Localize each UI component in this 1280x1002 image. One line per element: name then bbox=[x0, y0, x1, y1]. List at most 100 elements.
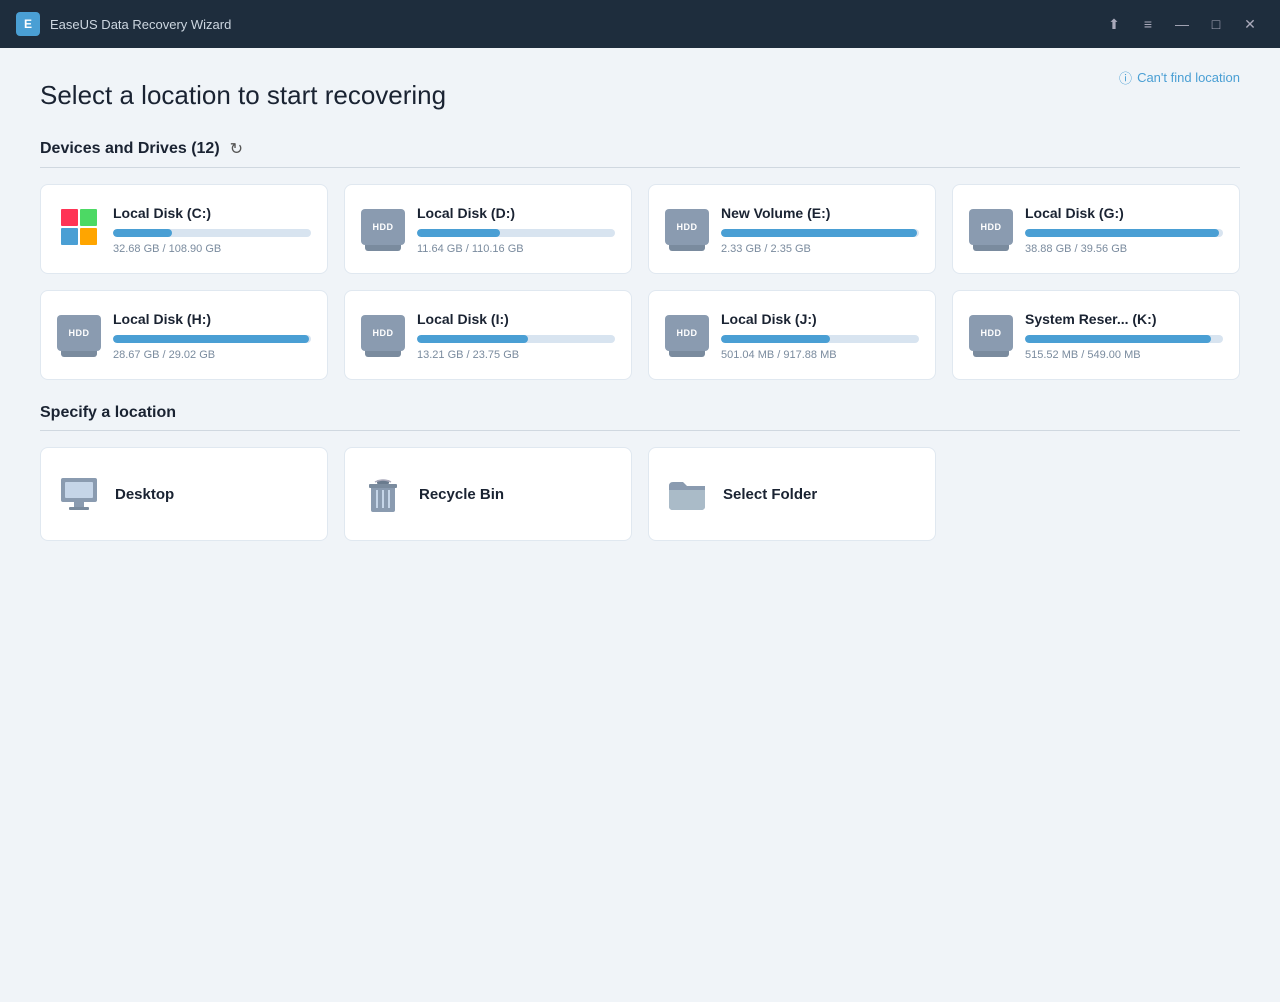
drive-card[interactable]: HDD Local Disk (J:) 501.04 MB / 917.88 M… bbox=[648, 290, 936, 380]
drive-progress-bar bbox=[1025, 335, 1223, 343]
drive-name: System Reser... (K:) bbox=[1025, 311, 1223, 327]
location-name: Recycle Bin bbox=[419, 486, 504, 503]
drive-progress-bar bbox=[721, 335, 919, 343]
close-button[interactable]: ✕ bbox=[1236, 10, 1264, 38]
cant-find-link[interactable]: ⓘ Can't find location bbox=[1119, 68, 1240, 87]
devices-section-header: Devices and Drives (12) ↻ bbox=[40, 139, 1240, 168]
main-content: ⓘ Can't find location Select a location … bbox=[0, 48, 1280, 1002]
drive-icon-container: HDD bbox=[665, 205, 709, 249]
share-button[interactable]: ⬆ bbox=[1100, 10, 1128, 38]
drive-info: Local Disk (D:) 11.64 GB / 110.16 GB bbox=[417, 205, 615, 255]
app-title: EaseUS Data Recovery Wizard bbox=[50, 17, 1100, 32]
hdd-drive-icon: HDD bbox=[665, 209, 709, 245]
hdd-drive-icon: HDD bbox=[969, 209, 1013, 245]
drives-grid: Local Disk (C:) 32.68 GB / 108.90 GB HDD… bbox=[40, 184, 1240, 380]
drive-icon-container: HDD bbox=[969, 205, 1013, 249]
drive-info: New Volume (E:) 2.33 GB / 2.35 GB bbox=[721, 205, 919, 255]
drive-progress-fill bbox=[1025, 229, 1219, 237]
drive-progress-bar bbox=[1025, 229, 1223, 237]
drive-progress-bar bbox=[113, 335, 311, 343]
hdd-drive-icon: HDD bbox=[969, 315, 1013, 351]
drive-icon-container: HDD bbox=[57, 311, 101, 355]
drive-card[interactable]: HDD Local Disk (G:) 38.88 GB / 39.56 GB bbox=[952, 184, 1240, 274]
cant-find-label: Can't find location bbox=[1137, 70, 1240, 85]
drive-info: Local Disk (H:) 28.67 GB / 29.02 GB bbox=[113, 311, 311, 361]
drive-info: System Reser... (K:) 515.52 MB / 549.00 … bbox=[1025, 311, 1223, 361]
drive-size: 11.64 GB / 110.16 GB bbox=[417, 243, 615, 255]
drive-name: New Volume (E:) bbox=[721, 205, 919, 221]
drive-card-inner: HDD Local Disk (D:) 11.64 GB / 110.16 GB bbox=[361, 205, 615, 255]
drive-icon-container bbox=[57, 205, 101, 249]
refresh-icon[interactable]: ↻ bbox=[230, 139, 243, 159]
drive-card[interactable]: HDD System Reser... (K:) 515.52 MB / 549… bbox=[952, 290, 1240, 380]
drive-progress-fill bbox=[417, 229, 500, 237]
drive-size: 501.04 MB / 917.88 MB bbox=[721, 349, 919, 361]
desktop-icon bbox=[57, 472, 101, 516]
drive-card-inner: HDD Local Disk (J:) 501.04 MB / 917.88 M… bbox=[665, 311, 919, 361]
select-folder-icon bbox=[665, 472, 709, 516]
drive-card-inner: HDD New Volume (E:) 2.33 GB / 2.35 GB bbox=[665, 205, 919, 255]
maximize-button[interactable]: □ bbox=[1202, 10, 1230, 38]
drive-size: 2.33 GB / 2.35 GB bbox=[721, 243, 919, 255]
drive-card[interactable]: HDD New Volume (E:) 2.33 GB / 2.35 GB bbox=[648, 184, 936, 274]
drive-progress-fill bbox=[721, 229, 917, 237]
drive-info: Local Disk (G:) 38.88 GB / 39.56 GB bbox=[1025, 205, 1223, 255]
drive-card[interactable]: Local Disk (C:) 32.68 GB / 108.90 GB bbox=[40, 184, 328, 274]
help-circle-icon: ⓘ bbox=[1119, 68, 1132, 87]
hdd-drive-icon: HDD bbox=[361, 315, 405, 351]
drive-size: 515.52 MB / 549.00 MB bbox=[1025, 349, 1223, 361]
app-icon: E bbox=[16, 12, 40, 36]
drive-size: 32.68 GB / 108.90 GB bbox=[113, 243, 311, 255]
drive-card[interactable]: HDD Local Disk (H:) 28.67 GB / 29.02 GB bbox=[40, 290, 328, 380]
location-name: Desktop bbox=[115, 486, 174, 503]
drive-icon-container: HDD bbox=[361, 205, 405, 249]
drive-size: 13.21 GB / 23.75 GB bbox=[417, 349, 615, 361]
drive-info: Local Disk (I:) 13.21 GB / 23.75 GB bbox=[417, 311, 615, 361]
page-title: Select a location to start recovering bbox=[40, 80, 1240, 111]
drive-card-inner: HDD Local Disk (I:) 13.21 GB / 23.75 GB bbox=[361, 311, 615, 361]
menu-button[interactable]: ≡ bbox=[1134, 10, 1162, 38]
specify-section-header: Specify a location bbox=[40, 404, 1240, 431]
drive-name: Local Disk (J:) bbox=[721, 311, 919, 327]
window-controls: ⬆ ≡ — □ ✕ bbox=[1100, 10, 1264, 38]
drive-progress-fill bbox=[113, 335, 309, 343]
windows-drive-icon bbox=[61, 209, 97, 245]
hdd-drive-icon: HDD bbox=[361, 209, 405, 245]
drive-progress-fill bbox=[113, 229, 172, 237]
drive-name: Local Disk (C:) bbox=[113, 205, 311, 221]
drive-name: Local Disk (G:) bbox=[1025, 205, 1223, 221]
location-card[interactable]: Select Folder bbox=[648, 447, 936, 541]
hdd-drive-icon: HDD bbox=[665, 315, 709, 351]
drive-icon-container: HDD bbox=[969, 311, 1013, 355]
drive-card[interactable]: HDD Local Disk (I:) 13.21 GB / 23.75 GB bbox=[344, 290, 632, 380]
location-icon-container bbox=[361, 472, 405, 516]
hdd-drive-icon: HDD bbox=[57, 315, 101, 351]
drive-progress-fill bbox=[417, 335, 528, 343]
location-icon-container bbox=[665, 472, 709, 516]
drive-card-inner: HDD Local Disk (G:) 38.88 GB / 39.56 GB bbox=[969, 205, 1223, 255]
location-grid: Desktop Recycle Bin Select Folder bbox=[40, 447, 1240, 541]
drive-progress-fill bbox=[721, 335, 830, 343]
drive-progress-bar bbox=[417, 229, 615, 237]
location-card[interactable]: Recycle Bin bbox=[344, 447, 632, 541]
drive-size: 38.88 GB / 39.56 GB bbox=[1025, 243, 1223, 255]
specify-section-title: Specify a location bbox=[40, 404, 176, 422]
title-bar: E EaseUS Data Recovery Wizard ⬆ ≡ — □ ✕ bbox=[0, 0, 1280, 48]
drive-name: Local Disk (H:) bbox=[113, 311, 311, 327]
drive-card-inner: Local Disk (C:) 32.68 GB / 108.90 GB bbox=[57, 205, 311, 255]
location-name: Select Folder bbox=[723, 486, 817, 503]
drive-icon-container: HDD bbox=[665, 311, 709, 355]
minimize-button[interactable]: — bbox=[1168, 10, 1196, 38]
drive-card[interactable]: HDD Local Disk (D:) 11.64 GB / 110.16 GB bbox=[344, 184, 632, 274]
drive-size: 28.67 GB / 29.02 GB bbox=[113, 349, 311, 361]
drive-info: Local Disk (C:) 32.68 GB / 108.90 GB bbox=[113, 205, 311, 255]
drive-progress-bar bbox=[113, 229, 311, 237]
drive-name: Local Disk (I:) bbox=[417, 311, 615, 327]
recycle-bin-icon bbox=[361, 472, 405, 516]
location-card[interactable]: Desktop bbox=[40, 447, 328, 541]
location-icon-container bbox=[57, 472, 101, 516]
drive-icon-container: HDD bbox=[361, 311, 405, 355]
drive-progress-bar bbox=[721, 229, 919, 237]
drive-progress-fill bbox=[1025, 335, 1211, 343]
drive-card-inner: HDD System Reser... (K:) 515.52 MB / 549… bbox=[969, 311, 1223, 361]
